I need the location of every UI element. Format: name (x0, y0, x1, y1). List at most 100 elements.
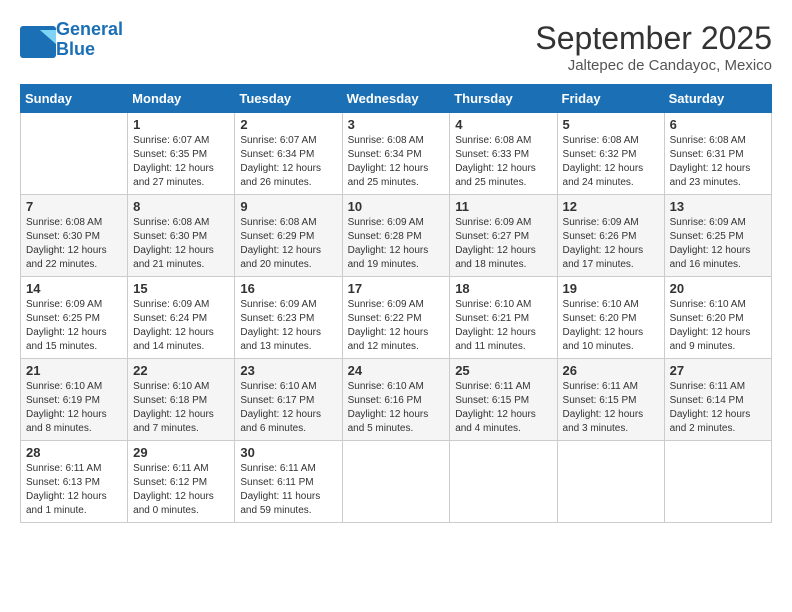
calendar-cell: 14 Sunrise: 6:09 AM Sunset: 6:25 PM Dayli… (21, 277, 128, 359)
header-tuesday: Tuesday (235, 85, 342, 113)
logo-icon (20, 26, 52, 54)
day-info: Sunrise: 6:08 AM Sunset: 6:29 PM Dayligh… (240, 216, 336, 272)
day-info: Sunrise: 6:11 AM Sunset: 6:15 PM Dayligh… (563, 380, 659, 436)
calendar-week-row: 14 Sunrise: 6:09 AM Sunset: 6:25 PM Dayli… (21, 277, 772, 359)
day-info: Sunrise: 6:08 AM Sunset: 6:30 PM Dayligh… (133, 216, 229, 272)
day-number: 13 (670, 199, 766, 214)
day-info: Sunrise: 6:09 AM Sunset: 6:24 PM Dayligh… (133, 298, 229, 354)
page-header: General Blue September 2025 Jaltepec de … (20, 20, 772, 74)
calendar-cell: 15 Sunrise: 6:09 AM Sunset: 6:24 PM Dayli… (128, 277, 235, 359)
header-saturday: Saturday (664, 85, 771, 113)
day-number: 20 (670, 281, 766, 296)
day-number: 10 (348, 199, 445, 214)
calendar-cell: 1 Sunrise: 6:07 AM Sunset: 6:35 PM Daylig… (128, 113, 235, 195)
day-number: 27 (670, 363, 766, 378)
day-number: 15 (133, 281, 229, 296)
day-info: Sunrise: 6:11 AM Sunset: 6:11 PM Dayligh… (240, 462, 336, 518)
calendar-cell: 17 Sunrise: 6:09 AM Sunset: 6:22 PM Dayli… (342, 277, 450, 359)
day-number: 24 (348, 363, 445, 378)
day-number: 22 (133, 363, 229, 378)
calendar-cell: 9 Sunrise: 6:08 AM Sunset: 6:29 PM Daylig… (235, 195, 342, 277)
calendar-cell: 12 Sunrise: 6:09 AM Sunset: 6:26 PM Dayli… (557, 195, 664, 277)
calendar-cell (342, 441, 450, 523)
logo: General Blue (20, 20, 123, 60)
calendar-week-row: 28Sunrise: 6:11 AM Sunset: 6:13 PM Dayli… (21, 441, 772, 523)
calendar-cell: 19 Sunrise: 6:10 AM Sunset: 6:20 PM Dayli… (557, 277, 664, 359)
day-info: Sunrise: 6:08 AM Sunset: 6:31 PM Dayligh… (670, 134, 766, 190)
day-info: Sunrise: 6:09 AM Sunset: 6:22 PM Dayligh… (348, 298, 445, 354)
day-info: Sunrise: 6:08 AM Sunset: 6:30 PM Dayligh… (26, 216, 122, 272)
day-number: 18 (455, 281, 551, 296)
calendar-cell: 18 Sunrise: 6:10 AM Sunset: 6:21 PM Dayli… (450, 277, 557, 359)
day-number: 14 (26, 281, 122, 296)
day-number: 19 (563, 281, 659, 296)
calendar-cell: 8 Sunrise: 6:08 AM Sunset: 6:30 PM Daylig… (128, 195, 235, 277)
calendar-cell: 28Sunrise: 6:11 AM Sunset: 6:13 PM Dayli… (21, 441, 128, 523)
calendar-cell: 16Sunrise: 6:09 AM Sunset: 6:23 PM Dayli… (235, 277, 342, 359)
day-info: Sunrise: 6:10 AM Sunset: 6:20 PM Dayligh… (670, 298, 766, 354)
header-friday: Friday (557, 85, 664, 113)
calendar-cell: 26Sunrise: 6:11 AM Sunset: 6:15 PM Dayli… (557, 359, 664, 441)
day-info: Sunrise: 6:11 AM Sunset: 6:13 PM Dayligh… (26, 462, 122, 518)
day-number: 7 (26, 199, 122, 214)
day-info: Sunrise: 6:10 AM Sunset: 6:18 PM Dayligh… (133, 380, 229, 436)
calendar-cell: 25 Sunrise: 6:11 AM Sunset: 6:15 PM Dayli… (450, 359, 557, 441)
day-info: Sunrise: 6:11 AM Sunset: 6:14 PM Dayligh… (670, 380, 766, 436)
header-thursday: Thursday (450, 85, 557, 113)
logo-general: General (56, 19, 123, 39)
calendar-cell: 13 Sunrise: 6:09 AM Sunset: 6:25 PM Dayli… (664, 195, 771, 277)
day-info: Sunrise: 6:11 AM Sunset: 6:12 PM Dayligh… (133, 462, 229, 518)
day-info: Sunrise: 6:10 AM Sunset: 6:20 PM Dayligh… (563, 298, 659, 354)
calendar-cell: 5 Sunrise: 6:08 AM Sunset: 6:32 PM Daylig… (557, 113, 664, 195)
calendar-cell (21, 113, 128, 195)
day-info: Sunrise: 6:09 AM Sunset: 6:28 PM Dayligh… (348, 216, 445, 272)
location-subtitle: Jaltepec de Candayoc, Mexico (535, 57, 772, 74)
day-number: 2 (240, 117, 336, 132)
day-number: 3 (348, 117, 445, 132)
day-number: 29 (133, 445, 229, 460)
calendar-cell (664, 441, 771, 523)
day-info: Sunrise: 6:11 AM Sunset: 6:15 PM Dayligh… (455, 380, 551, 436)
calendar-cell: 20 Sunrise: 6:10 AM Sunset: 6:20 PM Dayli… (664, 277, 771, 359)
day-info: Sunrise: 6:10 AM Sunset: 6:21 PM Dayligh… (455, 298, 551, 354)
calendar-cell: 30Sunrise: 6:11 AM Sunset: 6:11 PM Dayli… (235, 441, 342, 523)
calendar-cell: 22 Sunrise: 6:10 AM Sunset: 6:18 PM Dayli… (128, 359, 235, 441)
day-number: 23 (240, 363, 336, 378)
calendar-cell: 24 Sunrise: 6:10 AM Sunset: 6:16 PM Dayli… (342, 359, 450, 441)
calendar-cell: 7 Sunrise: 6:08 AM Sunset: 6:30 PM Daylig… (21, 195, 128, 277)
calendar-cell: 2 Sunrise: 6:07 AM Sunset: 6:34 PM Daylig… (235, 113, 342, 195)
day-number: 1 (133, 117, 229, 132)
day-number: 11 (455, 199, 551, 214)
day-info: Sunrise: 6:09 AM Sunset: 6:25 PM Dayligh… (670, 216, 766, 272)
calendar-cell: 29 Sunrise: 6:11 AM Sunset: 6:12 PM Dayli… (128, 441, 235, 523)
day-info: Sunrise: 6:08 AM Sunset: 6:32 PM Dayligh… (563, 134, 659, 190)
day-info: Sunrise: 6:09 AM Sunset: 6:25 PM Dayligh… (26, 298, 122, 354)
calendar-cell: 23 Sunrise: 6:10 AM Sunset: 6:17 PM Dayli… (235, 359, 342, 441)
day-info: Sunrise: 6:10 AM Sunset: 6:19 PM Dayligh… (26, 380, 122, 436)
day-number: 8 (133, 199, 229, 214)
calendar-table: SundayMondayTuesdayWednesdayThursdayFrid… (20, 84, 772, 523)
month-title: September 2025 (535, 20, 772, 57)
day-number: 25 (455, 363, 551, 378)
day-number: 6 (670, 117, 766, 132)
day-number: 21 (26, 363, 122, 378)
day-number: 17 (348, 281, 445, 296)
day-info: Sunrise: 6:07 AM Sunset: 6:35 PM Dayligh… (133, 134, 229, 190)
day-info: Sunrise: 6:10 AM Sunset: 6:16 PM Dayligh… (348, 380, 445, 436)
calendar-week-row: 21 Sunrise: 6:10 AM Sunset: 6:19 PM Dayli… (21, 359, 772, 441)
header-monday: Monday (128, 85, 235, 113)
day-info: Sunrise: 6:09 AM Sunset: 6:27 PM Dayligh… (455, 216, 551, 272)
calendar-cell: 6 Sunrise: 6:08 AM Sunset: 6:31 PM Daylig… (664, 113, 771, 195)
day-number: 5 (563, 117, 659, 132)
day-number: 12 (563, 199, 659, 214)
calendar-week-row: 1 Sunrise: 6:07 AM Sunset: 6:35 PM Daylig… (21, 113, 772, 195)
day-info: Sunrise: 6:09 AM Sunset: 6:26 PM Dayligh… (563, 216, 659, 272)
day-number: 16 (240, 281, 336, 296)
day-number: 4 (455, 117, 551, 132)
day-info: Sunrise: 6:07 AM Sunset: 6:34 PM Dayligh… (240, 134, 336, 190)
day-info: Sunrise: 6:10 AM Sunset: 6:17 PM Dayligh… (240, 380, 336, 436)
calendar-cell: 11 Sunrise: 6:09 AM Sunset: 6:27 PM Dayli… (450, 195, 557, 277)
day-number: 9 (240, 199, 336, 214)
day-info: Sunrise: 6:08 AM Sunset: 6:34 PM Dayligh… (348, 134, 445, 190)
calendar-cell: 27 Sunrise: 6:11 AM Sunset: 6:14 PM Dayli… (664, 359, 771, 441)
